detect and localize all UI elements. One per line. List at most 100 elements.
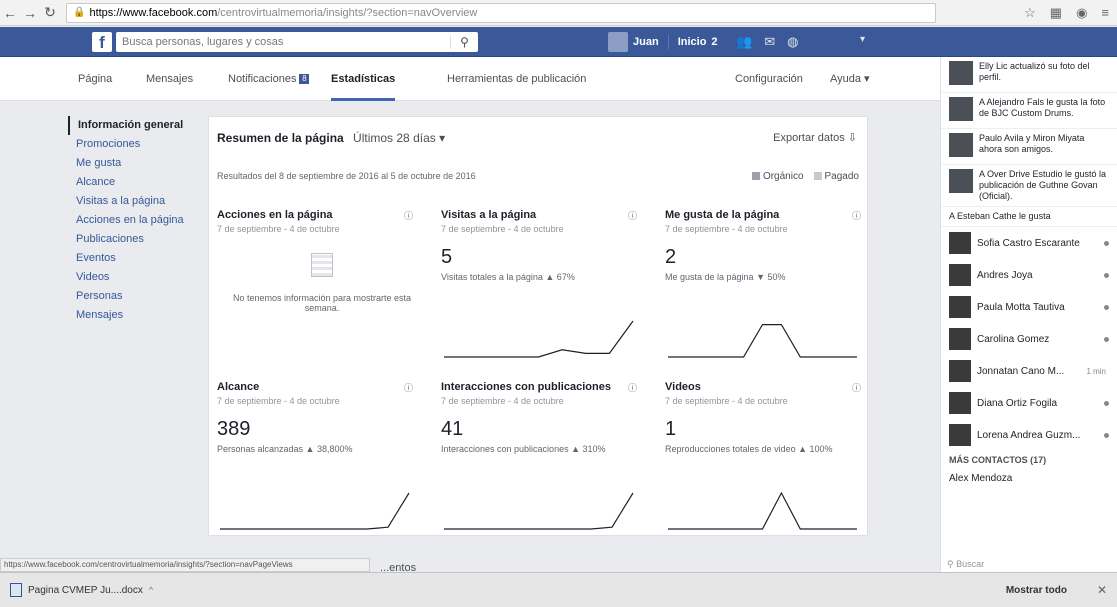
card-visitas[interactable]: Visitas a la página ⓘ 7 de septiembre - … — [441, 209, 651, 369]
card-title: Videos — [665, 381, 701, 393]
ticker-item[interactable]: A Esteban Cathe le gusta — [941, 207, 1117, 227]
metric-value: 1 — [665, 418, 677, 440]
tab-notificaciones[interactable]: Notificaciones 8 — [228, 57, 310, 101]
tab-configuracion[interactable]: Configuración — [735, 57, 803, 101]
friend-requests-icon[interactable]: 👥 — [736, 34, 752, 50]
info-icon[interactable]: ⓘ — [852, 381, 861, 394]
extension-icon[interactable]: ▦ — [1050, 5, 1062, 21]
sparkline — [668, 324, 857, 358]
contact-item[interactable]: Paula Motta Tautiva — [941, 291, 1117, 323]
facebook-logo[interactable]: f — [92, 32, 112, 52]
home-link[interactable]: Inicio — [678, 36, 707, 48]
ticker-text: A Alejandro Fals le gusta la foto de BJC… — [979, 97, 1106, 118]
tab-herramientas[interactable]: Herramientas de publicación — [447, 57, 586, 101]
nav-alcance[interactable]: Alcance — [68, 173, 198, 192]
legend-organic: Orgánico — [751, 171, 804, 182]
export-data-button[interactable]: Exportar datos ⇩ — [773, 131, 857, 144]
show-all-button[interactable]: Mostrar todo — [1006, 585, 1067, 596]
card-alcance[interactable]: Alcance ⓘ 7 de septiembre - 4 de octubre… — [217, 381, 427, 541]
card-interacciones[interactable]: Interacciones con publicaciones ⓘ 7 de s… — [441, 381, 651, 541]
avatar — [949, 328, 971, 350]
address-bar[interactable]: 🔒 https://www.facebook.com /centrovirtua… — [66, 2, 936, 23]
close-icon[interactable]: ✕ — [1097, 583, 1107, 597]
status-dot — [1104, 432, 1109, 438]
contact-item[interactable]: Diana Ortiz Fogila — [941, 387, 1117, 419]
contact-item[interactable]: Sofia Castro Escarante — [941, 227, 1117, 259]
contact-item[interactable]: Jonnatan Cano M... 1 min — [941, 355, 1117, 387]
chat-search-input[interactable]: ⚲ Buscar — [947, 559, 984, 570]
ticker-item[interactable]: A Over Drive Estudio le gustó la publica… — [941, 165, 1117, 207]
date-range-dropdown[interactable]: Últimos 28 días ▾ — [353, 131, 445, 145]
nav-videos[interactable]: Videos — [68, 268, 198, 287]
messages-icon[interactable]: ✉ — [764, 34, 775, 50]
sparkline-series — [668, 491, 857, 530]
ticker-text: Elly Lic actualizó su foto del perfil. — [979, 61, 1090, 82]
tab-mensajes[interactable]: Mensajes — [146, 57, 193, 101]
metric-value: 389 — [217, 418, 251, 440]
word-doc-icon — [10, 583, 22, 597]
avatar[interactable] — [608, 32, 628, 52]
url-path: /centrovirtualmemoria/insights/?section=… — [217, 6, 478, 19]
tab-pagina[interactable]: Página — [78, 57, 112, 101]
card-title: Alcance — [217, 381, 260, 393]
card-acciones[interactable]: Acciones en la página ⓘ 7 de septiembre … — [217, 209, 427, 369]
card-videos[interactable]: Videos ⓘ 7 de septiembre - 4 de octubre … — [665, 381, 875, 541]
notifications-icon[interactable]: ◍ — [787, 34, 798, 50]
settings-dropdown-icon[interactable]: ▾ — [860, 34, 865, 45]
ticker-item[interactable]: A Alejandro Fals le gusta la foto de BJC… — [941, 93, 1117, 129]
nav-acciones[interactable]: Acciones en la página — [68, 211, 198, 230]
avatar — [949, 133, 973, 157]
metric-change: Visitas totales a la página ▲ 67% — [441, 272, 575, 282]
info-icon[interactable]: ⓘ — [628, 381, 637, 394]
contact-item[interactable]: Alex Mendoza — [941, 469, 1117, 487]
metric-value: 2 — [665, 246, 677, 268]
ticker-item[interactable]: Elly Lic actualizó su foto del perfil. — [941, 57, 1117, 93]
star-icon[interactable]: ☆ — [1024, 5, 1036, 21]
nav-visitas[interactable]: Visitas a la página — [68, 192, 198, 211]
insights-nav: Información general Promociones Me gusta… — [68, 116, 198, 325]
info-icon[interactable]: ⓘ — [404, 209, 413, 222]
info-icon[interactable]: ⓘ — [404, 381, 413, 394]
tab-estadisticas[interactable]: Estadísticas — [331, 57, 396, 101]
ticker-item[interactable]: Paulo Avila y Miron Miyata ahora son ami… — [941, 129, 1117, 165]
nav-promociones[interactable]: Promociones — [68, 135, 198, 154]
download-item[interactable]: Pagina CVMEP Ju....docx ^ — [10, 583, 153, 597]
status-dot — [1104, 336, 1109, 342]
organic-swatch — [751, 172, 760, 181]
metric-value: 5 — [441, 246, 453, 268]
card-date-range: 7 de septiembre - 4 de octubre — [441, 396, 564, 406]
contact-item[interactable]: Andres Joya — [941, 259, 1117, 291]
info-icon[interactable]: ⓘ — [852, 209, 861, 222]
menu-icon[interactable]: ≡ — [1101, 5, 1109, 20]
sparkline-series — [444, 320, 634, 358]
nav-me-gusta[interactable]: Me gusta — [68, 154, 198, 173]
contact-item[interactable]: Carolina Gomez — [941, 323, 1117, 355]
forward-icon[interactable]: → — [20, 3, 40, 23]
nav-mensajes[interactable]: Mensajes — [68, 306, 198, 325]
tab-ayuda[interactable]: Ayuda ▾ — [830, 57, 870, 101]
contact-name: Carolina Gomez — [977, 333, 1050, 345]
info-icon[interactable]: ⓘ — [628, 209, 637, 222]
back-icon[interactable]: ← — [0, 3, 20, 23]
sparkline-series — [444, 492, 634, 530]
user-name-link[interactable]: Juan — [633, 36, 659, 48]
contact-item[interactable]: Lorena Andrea Guzm... — [941, 419, 1117, 451]
card-me-gusta[interactable]: Me gusta de la página ⓘ 7 de septiembre … — [665, 209, 875, 369]
nav-informacion-general[interactable]: Información general — [68, 116, 198, 135]
status-url: https://www.facebook.com/centrovirtualme… — [0, 558, 370, 572]
card-date-range: 7 de septiembre - 4 de octubre — [217, 396, 340, 406]
reload-icon[interactable]: ↻ — [40, 3, 60, 23]
nav-publicaciones[interactable]: Publicaciones — [68, 230, 198, 249]
paid-swatch — [813, 172, 822, 181]
extension-icon[interactable]: ◉ — [1076, 5, 1087, 21]
no-data-message: No tenemos información para mostrarte es… — [227, 253, 417, 313]
contact-name: Andres Joya — [977, 269, 1033, 281]
nav-personas[interactable]: Personas — [68, 287, 198, 306]
nav-eventos[interactable]: Eventos — [68, 249, 198, 268]
avatar — [949, 232, 971, 254]
search-input[interactable]: Busca personas, lugares y cosas ⚲ — [116, 32, 478, 52]
sparkline — [444, 492, 634, 530]
legend-organic-label: Orgánico — [762, 171, 804, 182]
chevron-up-icon[interactable]: ^ — [149, 585, 153, 595]
search-icon[interactable]: ⚲ — [450, 35, 478, 49]
